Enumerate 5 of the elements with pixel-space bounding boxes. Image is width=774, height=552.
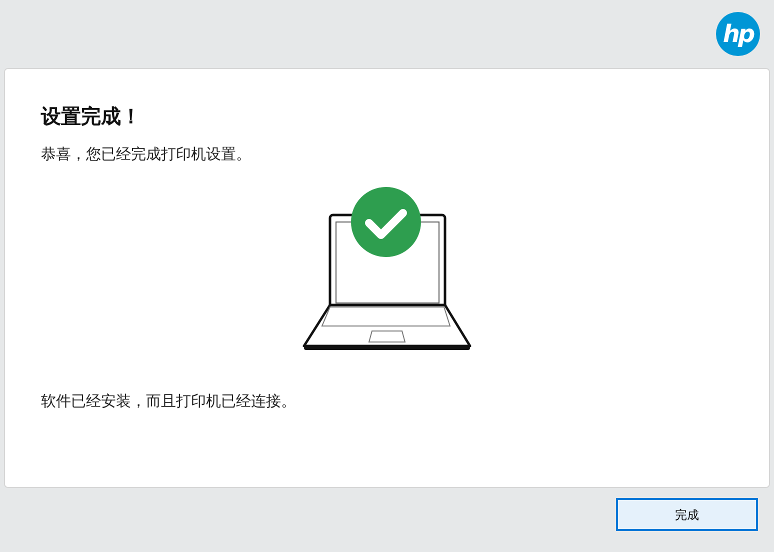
- status-text: 软件已经安装，而且打印机已经连接。: [41, 390, 297, 412]
- message-text: 恭喜，您已经完成打印机设置。: [41, 144, 252, 165]
- finish-button[interactable]: 完成: [616, 498, 758, 531]
- logo-icon: hp: [716, 12, 760, 56]
- page-title: 设置完成！: [41, 103, 142, 130]
